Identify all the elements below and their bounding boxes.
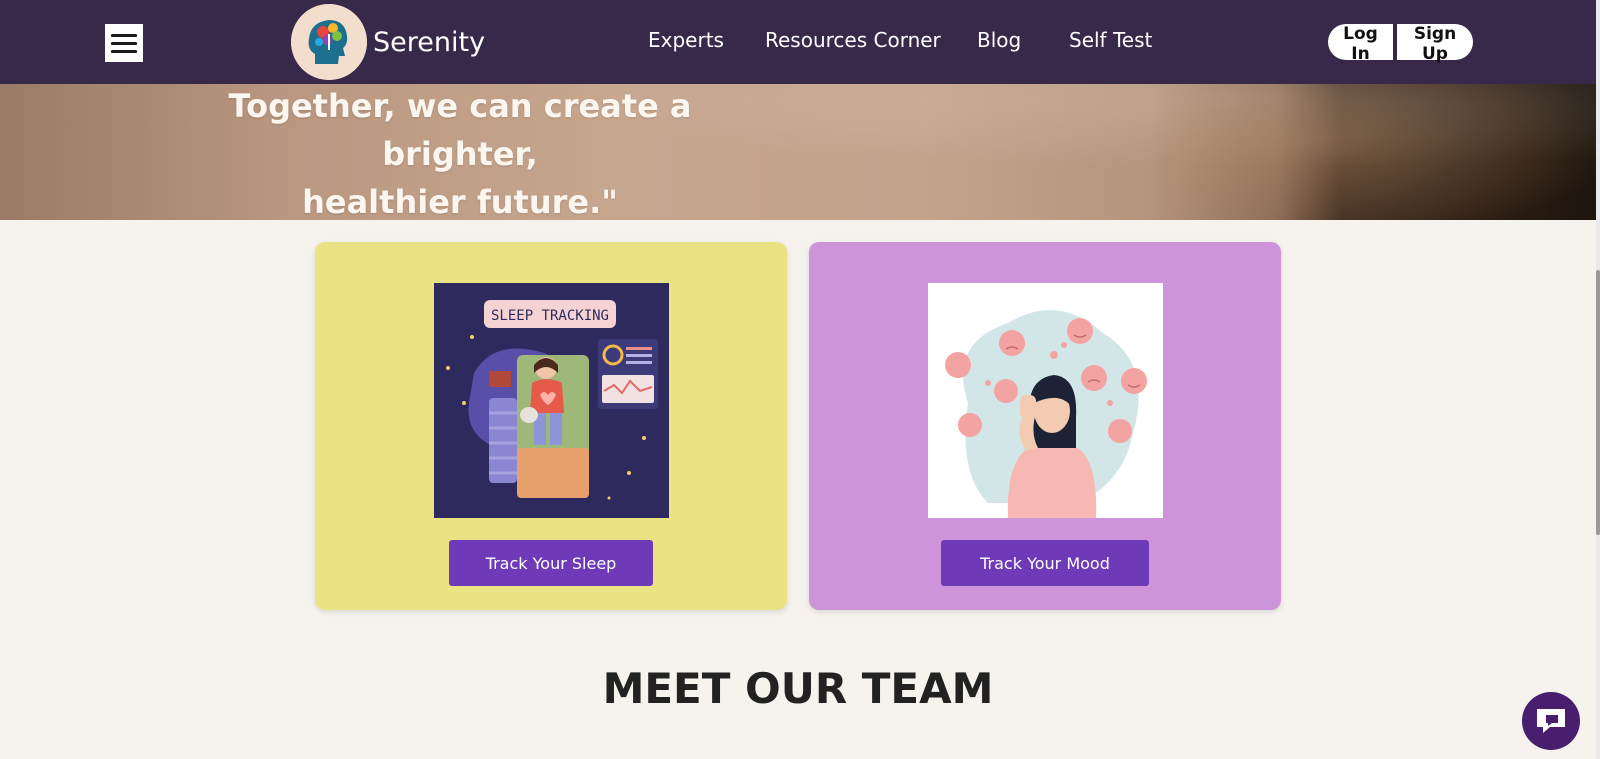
signup-button[interactable]: Sign Up xyxy=(1397,24,1473,64)
scrollbar-thumb[interactable] xyxy=(1596,270,1600,535)
brand-name: Serenity xyxy=(373,26,486,58)
meet-our-team-heading: MEET OUR TEAM xyxy=(602,664,994,713)
head-logo-icon xyxy=(291,4,367,80)
nav-link-resources-corner[interactable]: Resources Corner xyxy=(765,28,941,52)
mood-tracking-card: Track Your Mood xyxy=(809,242,1281,610)
hero-quote-line2: healthier future." xyxy=(302,183,618,220)
sleep-tracking-illustration: SLEEP TRACKING xyxy=(434,283,669,518)
sleep-tracking-card: SLEEP TRACKING Track Your Sleep xyxy=(315,242,787,610)
track-mood-button[interactable]: Track Your Mood xyxy=(941,540,1149,586)
mood-tracking-illustration xyxy=(928,283,1163,518)
track-sleep-button[interactable]: Track Your Sleep xyxy=(449,540,653,586)
hero-quote-line1: Together, we can create a brighter, xyxy=(228,87,692,173)
hero-quote: Together, we can create a brighter, heal… xyxy=(160,82,760,220)
login-button[interactable]: Log In xyxy=(1328,24,1393,64)
nav-link-experts[interactable]: Experts xyxy=(648,28,724,52)
nav-link-self-test[interactable]: Self Test xyxy=(1069,28,1152,52)
navbar: Serenity Experts Resources Corner Blog S… xyxy=(0,0,1596,84)
hamburger-menu-icon[interactable] xyxy=(105,24,143,62)
nav-link-blog[interactable]: Blog xyxy=(977,28,1021,52)
chat-bubble-icon[interactable] xyxy=(1522,692,1580,750)
brand[interactable]: Serenity xyxy=(291,4,485,80)
sleep-caption: SLEEP TRACKING xyxy=(491,308,609,324)
